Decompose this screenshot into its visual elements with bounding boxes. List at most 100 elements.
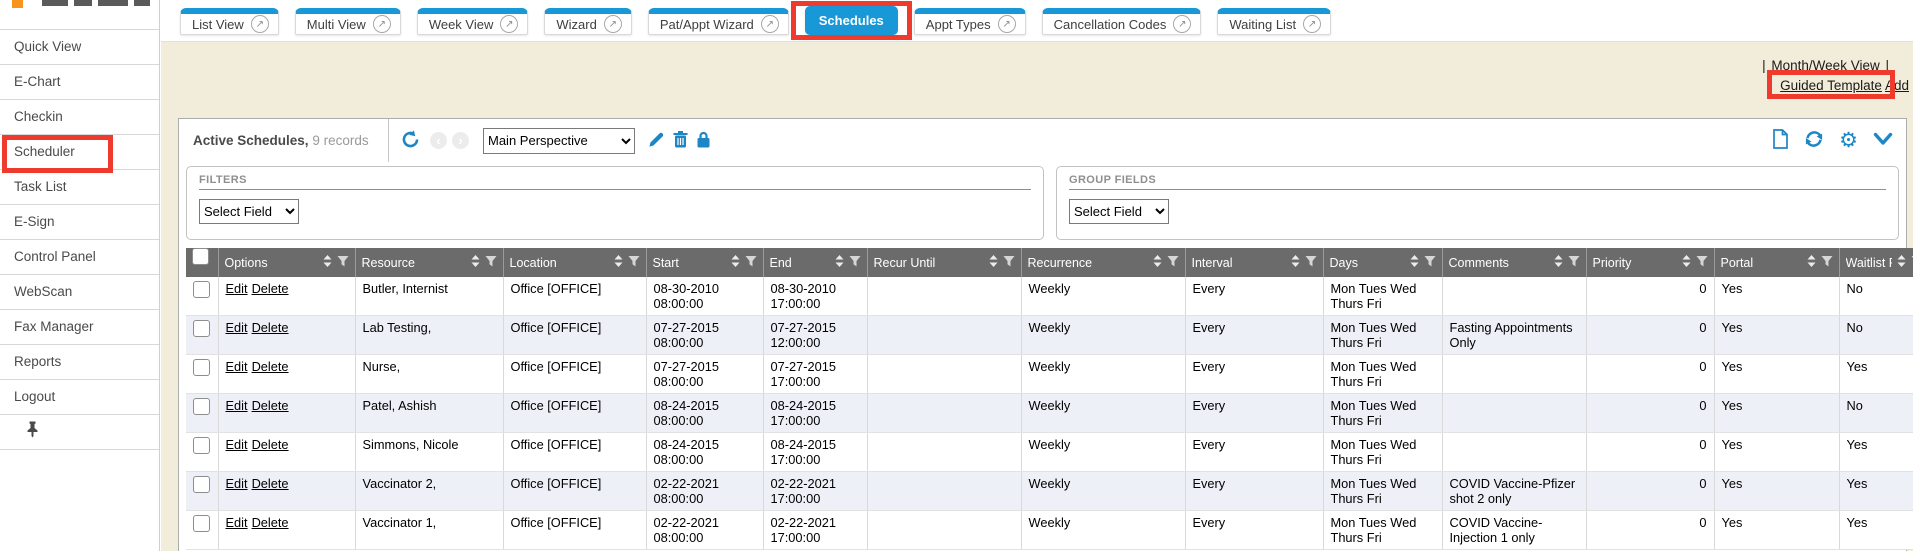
sort-icon[interactable]: [989, 255, 998, 270]
sidebar-item-task-list[interactable]: Task List: [0, 170, 159, 205]
tab-multi-view[interactable]: Multi View↗: [295, 8, 401, 35]
tab-list-view[interactable]: List View↗: [180, 8, 279, 35]
delete-link[interactable]: Delete: [252, 281, 289, 296]
column-header-recurrence[interactable]: Recurrence: [1021, 248, 1185, 277]
edit-link[interactable]: Edit: [226, 437, 248, 452]
row-checkbox[interactable]: [193, 281, 210, 298]
month-week-view-link[interactable]: Month/Week View: [1771, 58, 1879, 73]
delete-link[interactable]: Delete: [252, 398, 289, 413]
filter-funnel-icon[interactable]: [1305, 256, 1317, 270]
sidebar-item-scheduler[interactable]: Scheduler: [0, 135, 159, 170]
tab-cancellation-codes[interactable]: Cancellation Codes↗: [1042, 8, 1202, 35]
undo-button[interactable]: [401, 130, 420, 152]
sort-icon[interactable]: [1410, 255, 1419, 270]
row-checkbox[interactable]: [193, 437, 210, 454]
edit-link[interactable]: Edit: [226, 515, 248, 530]
external-link-icon[interactable]: ↗: [1173, 15, 1191, 33]
column-header-portal[interactable]: Portal: [1714, 248, 1839, 277]
column-header-start[interactable]: Start: [646, 248, 763, 277]
delete-link[interactable]: Delete: [252, 476, 289, 491]
sort-icon[interactable]: [1291, 255, 1300, 270]
add-link[interactable]: Add: [1885, 78, 1909, 93]
filter-funnel-icon[interactable]: [1167, 256, 1179, 270]
column-header-days[interactable]: Days: [1323, 248, 1442, 277]
new-document-button[interactable]: [1772, 129, 1789, 152]
external-link-icon[interactable]: ↗: [373, 15, 391, 33]
edit-link[interactable]: Edit: [226, 359, 248, 374]
delete-link[interactable]: Delete: [252, 320, 289, 335]
filter-funnel-icon[interactable]: [1003, 256, 1015, 270]
edit-link[interactable]: Edit: [226, 398, 248, 413]
filter-funnel-icon[interactable]: [1696, 256, 1708, 270]
collapse-panel-button[interactable]: [1873, 132, 1893, 149]
filter-funnel-icon[interactable]: [485, 256, 497, 270]
column-header-end[interactable]: End: [763, 248, 867, 277]
sidebar-item-e-chart[interactable]: E-Chart: [0, 65, 159, 100]
external-link-icon[interactable]: ↗: [500, 15, 518, 33]
filter-funnel-icon[interactable]: [1821, 256, 1833, 270]
row-checkbox[interactable]: [193, 476, 210, 493]
row-checkbox[interactable]: [193, 398, 210, 415]
tab-pat-appt-wizard[interactable]: Pat/Appt Wizard↗: [648, 8, 789, 35]
external-link-icon[interactable]: ↗: [998, 15, 1016, 33]
external-link-icon[interactable]: ↗: [251, 15, 269, 33]
sort-icon[interactable]: [614, 255, 623, 270]
filter-funnel-icon[interactable]: [1424, 256, 1436, 270]
tab-appt-types[interactable]: Appt Types↗: [914, 8, 1026, 35]
sidebar-item-quick-view[interactable]: Quick View: [0, 30, 159, 65]
perspective-select[interactable]: Main Perspective: [483, 128, 635, 154]
filter-funnel-icon[interactable]: [745, 256, 757, 270]
filter-funnel-icon[interactable]: [1568, 256, 1580, 270]
sort-icon[interactable]: [471, 255, 480, 270]
sort-icon[interactable]: [1897, 255, 1906, 270]
select-all-checkbox[interactable]: [192, 248, 209, 265]
sort-icon[interactable]: [1682, 255, 1691, 270]
tab-wizard[interactable]: Wizard↗: [544, 8, 631, 35]
delete-link[interactable]: Delete: [252, 359, 289, 374]
external-link-icon[interactable]: ↗: [1303, 15, 1321, 33]
guided-template-link[interactable]: Guided Template: [1780, 78, 1882, 93]
external-link-icon[interactable]: ↗: [761, 15, 779, 33]
column-header-recur-until[interactable]: Recur Until: [867, 248, 1021, 277]
sort-icon[interactable]: [1153, 255, 1162, 270]
lock-perspective-button[interactable]: [696, 131, 711, 151]
next-button[interactable]: ›: [452, 132, 469, 149]
sort-icon[interactable]: [323, 255, 332, 270]
sidebar-item-logout[interactable]: Logout: [0, 380, 159, 415]
row-checkbox[interactable]: [193, 515, 210, 532]
column-header-location[interactable]: Location: [503, 248, 646, 277]
external-link-icon[interactable]: ↗: [604, 15, 622, 33]
sidebar-item-webscan[interactable]: WebScan: [0, 275, 159, 310]
settings-gear-button[interactable]: ⚙: [1839, 130, 1858, 151]
tab-schedules[interactable]: Schedules: [805, 6, 898, 35]
row-checkbox[interactable]: [193, 320, 210, 337]
column-header-interval[interactable]: Interval: [1185, 248, 1323, 277]
filter-funnel-icon[interactable]: [849, 256, 861, 270]
filter-funnel-icon[interactable]: [337, 256, 349, 270]
column-header-waitlist-po[interactable]: Waitlist Po: [1839, 248, 1913, 277]
delete-link[interactable]: Delete: [252, 515, 289, 530]
column-header-options[interactable]: Options: [218, 248, 355, 277]
previous-button[interactable]: ‹: [430, 132, 447, 149]
row-checkbox[interactable]: [193, 359, 210, 376]
column-header-priority[interactable]: Priority: [1586, 248, 1714, 277]
sort-icon[interactable]: [1554, 255, 1563, 270]
sidebar-pin-button[interactable]: [0, 415, 159, 450]
tab-waiting-list[interactable]: Waiting List↗: [1217, 8, 1331, 35]
sidebar-item-fax-manager[interactable]: Fax Manager: [0, 310, 159, 345]
edit-link[interactable]: Edit: [226, 476, 248, 491]
column-header-comments[interactable]: Comments: [1442, 248, 1586, 277]
column-header-resource[interactable]: Resource: [355, 248, 503, 277]
delete-link[interactable]: Delete: [252, 437, 289, 452]
sidebar-item-checkin[interactable]: Checkin: [0, 100, 159, 135]
edit-link[interactable]: Edit: [226, 320, 248, 335]
refresh-button[interactable]: [1804, 130, 1824, 151]
sidebar-item-e-sign[interactable]: E-Sign: [0, 205, 159, 240]
sidebar-item-control-panel[interactable]: Control Panel: [0, 240, 159, 275]
sort-icon[interactable]: [1807, 255, 1816, 270]
edit-perspective-button[interactable]: [648, 131, 665, 151]
sort-icon[interactable]: [731, 255, 740, 270]
tab-week-view[interactable]: Week View↗: [417, 8, 529, 35]
group-fields-field-select[interactable]: Select Field: [1069, 199, 1169, 224]
sort-icon[interactable]: [835, 255, 844, 270]
